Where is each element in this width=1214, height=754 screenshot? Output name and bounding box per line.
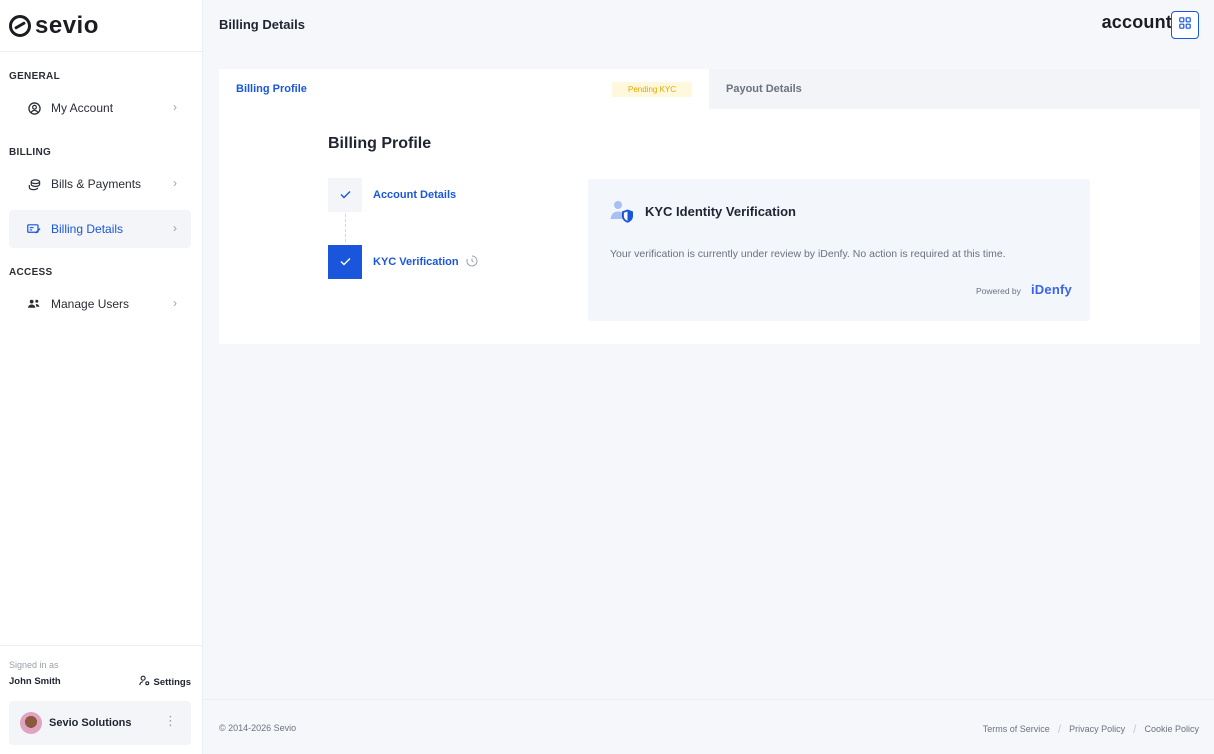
- organization-switcher[interactable]: Sevio Solutions ⋮: [9, 701, 191, 745]
- sidebar: sevio GENERAL My Account › BILLING Bills…: [0, 0, 203, 754]
- section-title: Billing Profile: [328, 135, 432, 152]
- settings-label: Settings: [153, 676, 191, 688]
- sidebar-item-label: Bills & Payments: [51, 177, 142, 191]
- sevio-logo-icon: [9, 14, 31, 37]
- step-connector: [345, 214, 346, 242]
- pending-clock-icon: [466, 255, 478, 270]
- terms-of-service-link[interactable]: Terms of Service: [983, 724, 1050, 734]
- footer-links: Terms of Service / Privacy Policy / Cook…: [983, 722, 1199, 736]
- page-footer: © 2014-2026 Sevio Terms of Service / Pri…: [203, 699, 1214, 754]
- brand-name: sevio: [35, 11, 99, 39]
- brand-logo[interactable]: sevio: [0, 0, 202, 52]
- copyright: © 2014-2026 Sevio: [219, 723, 297, 733]
- coins-icon: [25, 178, 43, 191]
- section-label-access: ACCESS: [9, 267, 53, 278]
- organization-name: Sevio Solutions: [49, 717, 132, 729]
- tab-payout-details[interactable]: Payout Details: [709, 69, 1200, 109]
- step-kyc-verification[interactable]: KYC Verification: [373, 256, 459, 268]
- sidebar-item-manage-users[interactable]: Manage Users ›: [9, 285, 191, 323]
- sidebar-item-label: Manage Users: [51, 297, 130, 311]
- section-label-general: GENERAL: [9, 71, 60, 82]
- sidebar-item-my-account[interactable]: My Account ›: [9, 89, 191, 127]
- user-circle-icon: [25, 101, 43, 115]
- grid-icon: [1179, 16, 1191, 34]
- status-badge: Pending KYC: [612, 82, 692, 97]
- user-settings-icon: [138, 675, 150, 689]
- page-title: Billing Details: [219, 17, 305, 32]
- cookie-policy-link[interactable]: Cookie Policy: [1144, 724, 1199, 734]
- tab-label: Billing Profile: [236, 83, 307, 95]
- chevron-right-icon: ›: [173, 176, 177, 190]
- sidebar-item-bills-payments[interactable]: Bills & Payments ›: [9, 165, 191, 203]
- step-account-details[interactable]: Account Details: [373, 189, 456, 201]
- powered-by-label: Powered by: [976, 286, 1021, 296]
- tab-label: Payout Details: [726, 83, 802, 95]
- chevron-right-icon: ›: [173, 100, 177, 114]
- divider: /: [1133, 722, 1137, 736]
- sidebar-item-label: My Account: [51, 101, 114, 115]
- tab-bar: Billing Profile Pending KYC Payout Detai…: [219, 69, 1200, 109]
- sidebar-item-label: Billing Details: [51, 222, 124, 236]
- signed-in-user-name: John Smith: [9, 676, 61, 687]
- signed-in-label: Signed in as: [9, 660, 59, 670]
- billing-card-icon: [25, 223, 43, 235]
- kyc-status-panel: KYC Identity Verification Your verificat…: [588, 179, 1090, 321]
- account-logo: account: [1101, 12, 1172, 32]
- avatar: [20, 712, 42, 734]
- sidebar-footer: Signed in as John Smith Settings Sevio S…: [0, 645, 203, 754]
- divider: /: [1057, 722, 1062, 736]
- privacy-policy-link[interactable]: Privacy Policy: [1069, 724, 1125, 734]
- sidebar-item-billing-details[interactable]: Billing Details ›: [9, 210, 191, 248]
- check-icon: [340, 255, 351, 269]
- user-shield-icon: [609, 199, 635, 225]
- billing-profile-card: Billing Profile Pending KYC Payout Detai…: [219, 69, 1200, 344]
- users-icon: [25, 298, 43, 310]
- step-current-marker: [328, 245, 362, 279]
- kyc-title: KYC Identity Verification: [645, 204, 796, 219]
- kyc-description: Your verification is currently under rev…: [610, 248, 1006, 260]
- settings-link[interactable]: Settings: [138, 675, 191, 689]
- tab-billing-profile[interactable]: Billing Profile Pending KYC: [219, 69, 709, 109]
- idenfy-logo: iDenfy: [1031, 282, 1072, 297]
- more-vertical-icon[interactable]: ⋮: [164, 714, 177, 727]
- apps-grid-button[interactable]: [1171, 11, 1199, 39]
- top-bar: Billing Details account: [203, 0, 1214, 52]
- step-complete-marker: [328, 178, 362, 212]
- check-icon: [340, 188, 351, 202]
- chevron-right-icon: ›: [173, 296, 177, 310]
- section-label-billing: BILLING: [9, 147, 52, 158]
- chevron-right-icon: ›: [173, 221, 177, 235]
